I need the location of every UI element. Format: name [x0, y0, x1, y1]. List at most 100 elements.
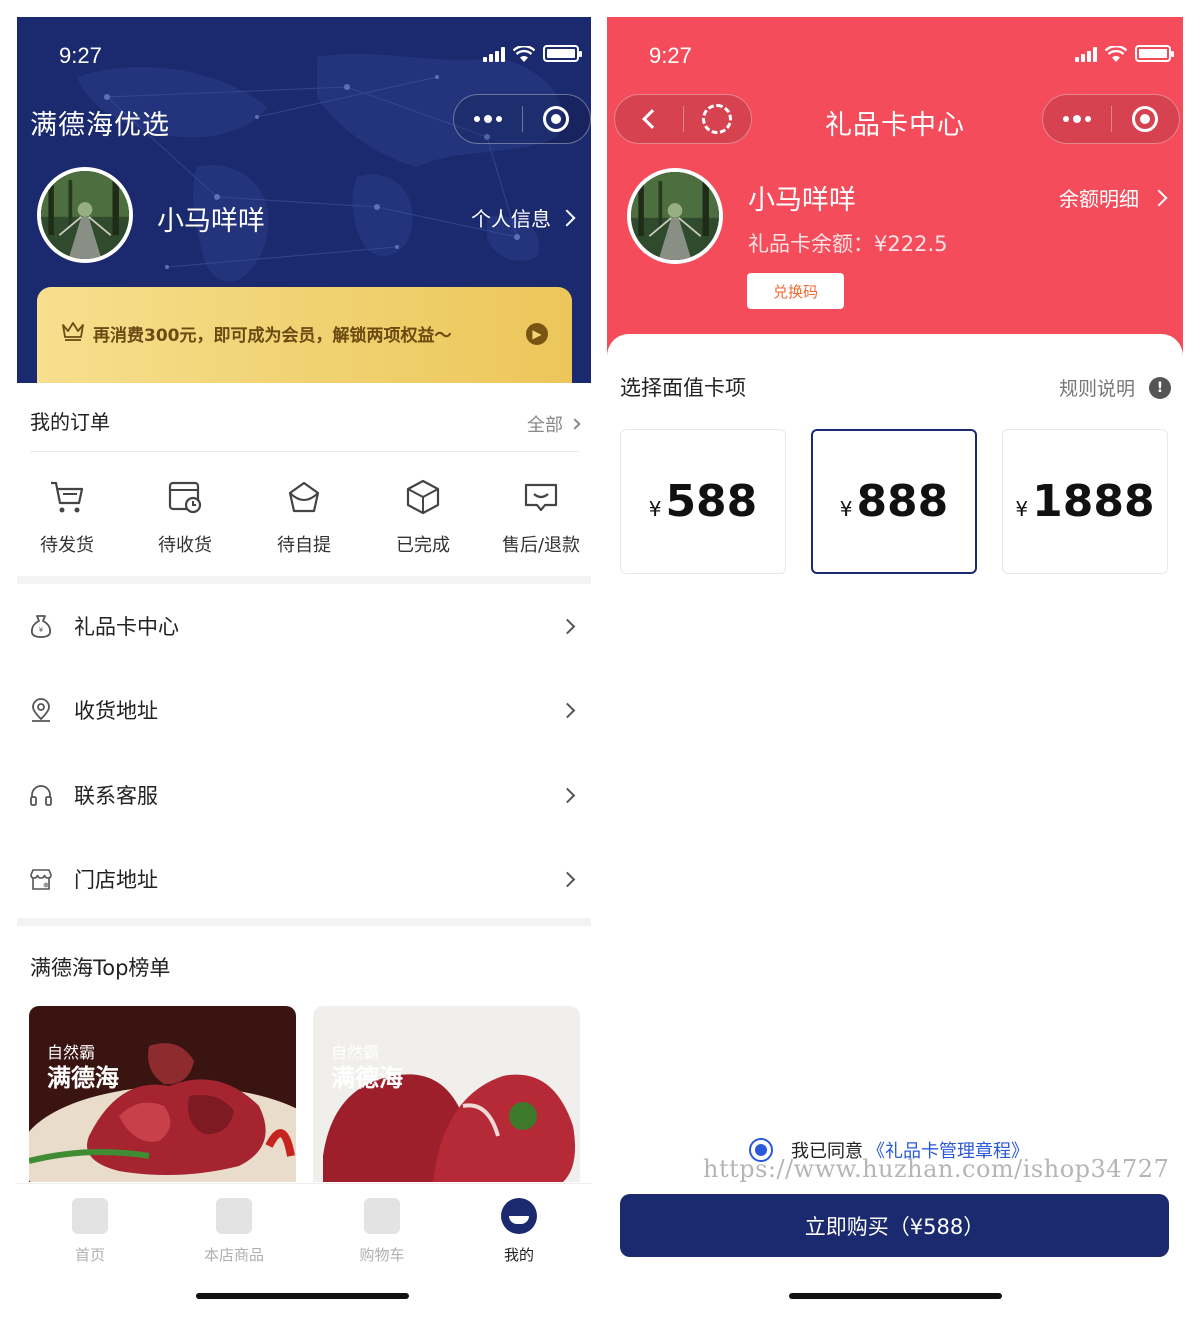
- svg-text:¥: ¥: [39, 626, 44, 634]
- rules-link[interactable]: 规则说明 !: [1059, 374, 1171, 401]
- tab-label: 购物车: [359, 1246, 405, 1264]
- close-miniprogram-button[interactable]: [523, 95, 591, 143]
- product-brand-text: 自然霸: [331, 1043, 379, 1062]
- chevron-right-icon: [558, 209, 576, 226]
- gift-bag-icon: ¥: [30, 615, 52, 638]
- wifi-icon: [1104, 45, 1128, 62]
- headset-icon: [30, 785, 52, 806]
- crown-icon: [62, 322, 84, 341]
- redeem-code-button[interactable]: 兑换码: [747, 273, 844, 309]
- avatar[interactable]: [37, 167, 133, 263]
- currency-symbol: ¥: [648, 496, 662, 521]
- product-card[interactable]: 自然霸 满德海: [29, 1006, 296, 1182]
- more-dots-icon: [473, 115, 502, 123]
- menu-label: 门店地址: [74, 868, 158, 892]
- tab-home[interactable]: 首页: [40, 1198, 140, 1265]
- more-menu-button[interactable]: [1043, 95, 1111, 143]
- delivery-icon: [168, 481, 202, 514]
- gift-card-screen: 9:27 礼品卡中心 小马咩咩 余额明细 礼品卡余额：¥222.5 兑换码 选择…: [607, 17, 1183, 1329]
- denomination-card-1888[interactable]: ¥ 1888: [1002, 429, 1168, 574]
- status-bar: 9:27: [17, 17, 591, 95]
- chevron-right-icon: [559, 871, 576, 887]
- tab-mine[interactable]: 我的: [469, 1198, 569, 1265]
- denomination-card-588[interactable]: ¥ 588: [620, 429, 786, 574]
- product-brand-text: 满德海: [331, 1063, 403, 1092]
- avatar[interactable]: [627, 168, 723, 264]
- battery-icon: [543, 45, 582, 62]
- tab-label: 我的: [503, 1246, 534, 1264]
- balance-detail-label: 余额明细: [1059, 187, 1139, 211]
- target-icon: [1132, 106, 1159, 132]
- rules-label: 规则说明: [1058, 378, 1135, 400]
- order-label: 售后/退款: [501, 535, 581, 556]
- home-icon: [72, 1198, 108, 1234]
- personal-info-link[interactable]: 个人信息: [471, 203, 576, 232]
- orders-all-label: 全部: [527, 415, 563, 436]
- gift-card-balance: 礼品卡余额：¥222.5: [748, 232, 948, 256]
- card-amount: 888: [856, 476, 949, 527]
- order-pending-shipment[interactable]: 待发货: [17, 477, 122, 557]
- beef-chunks-image: 自然霸 满德海: [29, 1006, 296, 1182]
- divider: [30, 451, 579, 452]
- user-name: 小马咩咩: [157, 206, 265, 237]
- denomination-card-888[interactable]: ¥ 888: [811, 429, 977, 574]
- chevron-right-icon: [1150, 189, 1168, 206]
- cart-icon: [51, 481, 84, 513]
- home-indicator: [789, 1293, 1002, 1299]
- profile-screen: 9:27 满德海优选 小马咩咩 个人信息 再消费300元，即可成为会员，解锁两项…: [17, 17, 591, 1329]
- membership-banner[interactable]: 再消费300元，即可成为会员，解锁两项权益～ ▶: [37, 287, 572, 383]
- tab-cart[interactable]: 购物车: [332, 1198, 432, 1265]
- info-icon: !: [1149, 376, 1171, 399]
- chevron-right-icon: [559, 787, 576, 803]
- status-time: 9:27: [59, 43, 102, 68]
- card-amount: 588: [665, 476, 758, 527]
- box-icon: [406, 479, 440, 515]
- menu-shipping-address[interactable]: 收货地址: [17, 668, 591, 752]
- order-pending-receipt[interactable]: 待收货: [130, 477, 240, 557]
- menu-label: 联系客服: [74, 784, 158, 808]
- shop-icon: [216, 1198, 252, 1234]
- order-refund[interactable]: 售后/退款: [486, 477, 591, 557]
- top-list-title: 满德海Top榜单: [30, 956, 171, 980]
- status-time: 9:27: [649, 43, 692, 68]
- order-label: 已完成: [396, 535, 450, 556]
- product-card[interactable]: 自然霸 满德海: [313, 1006, 580, 1182]
- menu-store-address[interactable]: 门店地址: [17, 837, 591, 921]
- signal-icon: [1075, 46, 1097, 62]
- tab-shop-products[interactable]: 本店商品: [184, 1198, 284, 1265]
- section-divider: [17, 576, 591, 584]
- currency-symbol: ¥: [839, 496, 853, 521]
- my-orders-card: 我的订单 全部 待发货 待收货 待自提 已完成 售后/退款: [17, 383, 591, 579]
- menu-customer-service[interactable]: 联系客服: [17, 753, 591, 837]
- location-icon: [32, 698, 50, 722]
- order-pending-pickup[interactable]: 待自提: [249, 477, 359, 557]
- chevron-right-icon: [559, 618, 576, 634]
- personal-info-label: 个人信息: [471, 207, 551, 231]
- order-completed[interactable]: 已完成: [368, 477, 478, 557]
- membership-banner-text: 再消费300元，即可成为会员，解锁两项权益～: [93, 326, 452, 346]
- balance-detail-link[interactable]: 余额明细: [1059, 183, 1168, 212]
- select-denomination-title: 选择面值卡项: [620, 376, 746, 400]
- buy-now-button[interactable]: 立即购买（¥588）: [620, 1194, 1169, 1257]
- tab-bar: 首页 本店商品 购物车 我的: [17, 1183, 591, 1329]
- close-miniprogram-button[interactable]: [1112, 95, 1180, 143]
- order-label: 待发货: [40, 535, 94, 556]
- menu-gift-card-center[interactable]: ¥ 礼品卡中心: [17, 584, 591, 668]
- profile-header: 9:27 满德海优选 小马咩咩 个人信息 再消费300元，即可成为会员，解锁两项…: [17, 17, 591, 383]
- status-bar: 9:27: [607, 17, 1183, 95]
- more-dots-icon: [1062, 115, 1091, 123]
- app-title: 满德海优选: [30, 110, 170, 141]
- more-menu-button[interactable]: [454, 95, 522, 143]
- section-divider: [17, 918, 591, 926]
- mini-program-capsule: [1042, 94, 1180, 144]
- gift-card-header: 9:27 礼品卡中心 小马咩咩 余额明细 礼品卡余额：¥222.5 兑换码: [607, 17, 1183, 357]
- user-name: 小马咩咩: [748, 185, 856, 216]
- chevron-right-icon: [569, 418, 581, 430]
- store-icon: [30, 869, 52, 890]
- chevron-right-icon: [559, 702, 576, 718]
- tab-label: 首页: [74, 1246, 105, 1264]
- orders-all-link[interactable]: 全部: [527, 411, 581, 437]
- beef-steak-image: 自然霸 满德海: [313, 1006, 580, 1182]
- menu-label: 礼品卡中心: [74, 615, 179, 639]
- refund-icon: [524, 483, 558, 512]
